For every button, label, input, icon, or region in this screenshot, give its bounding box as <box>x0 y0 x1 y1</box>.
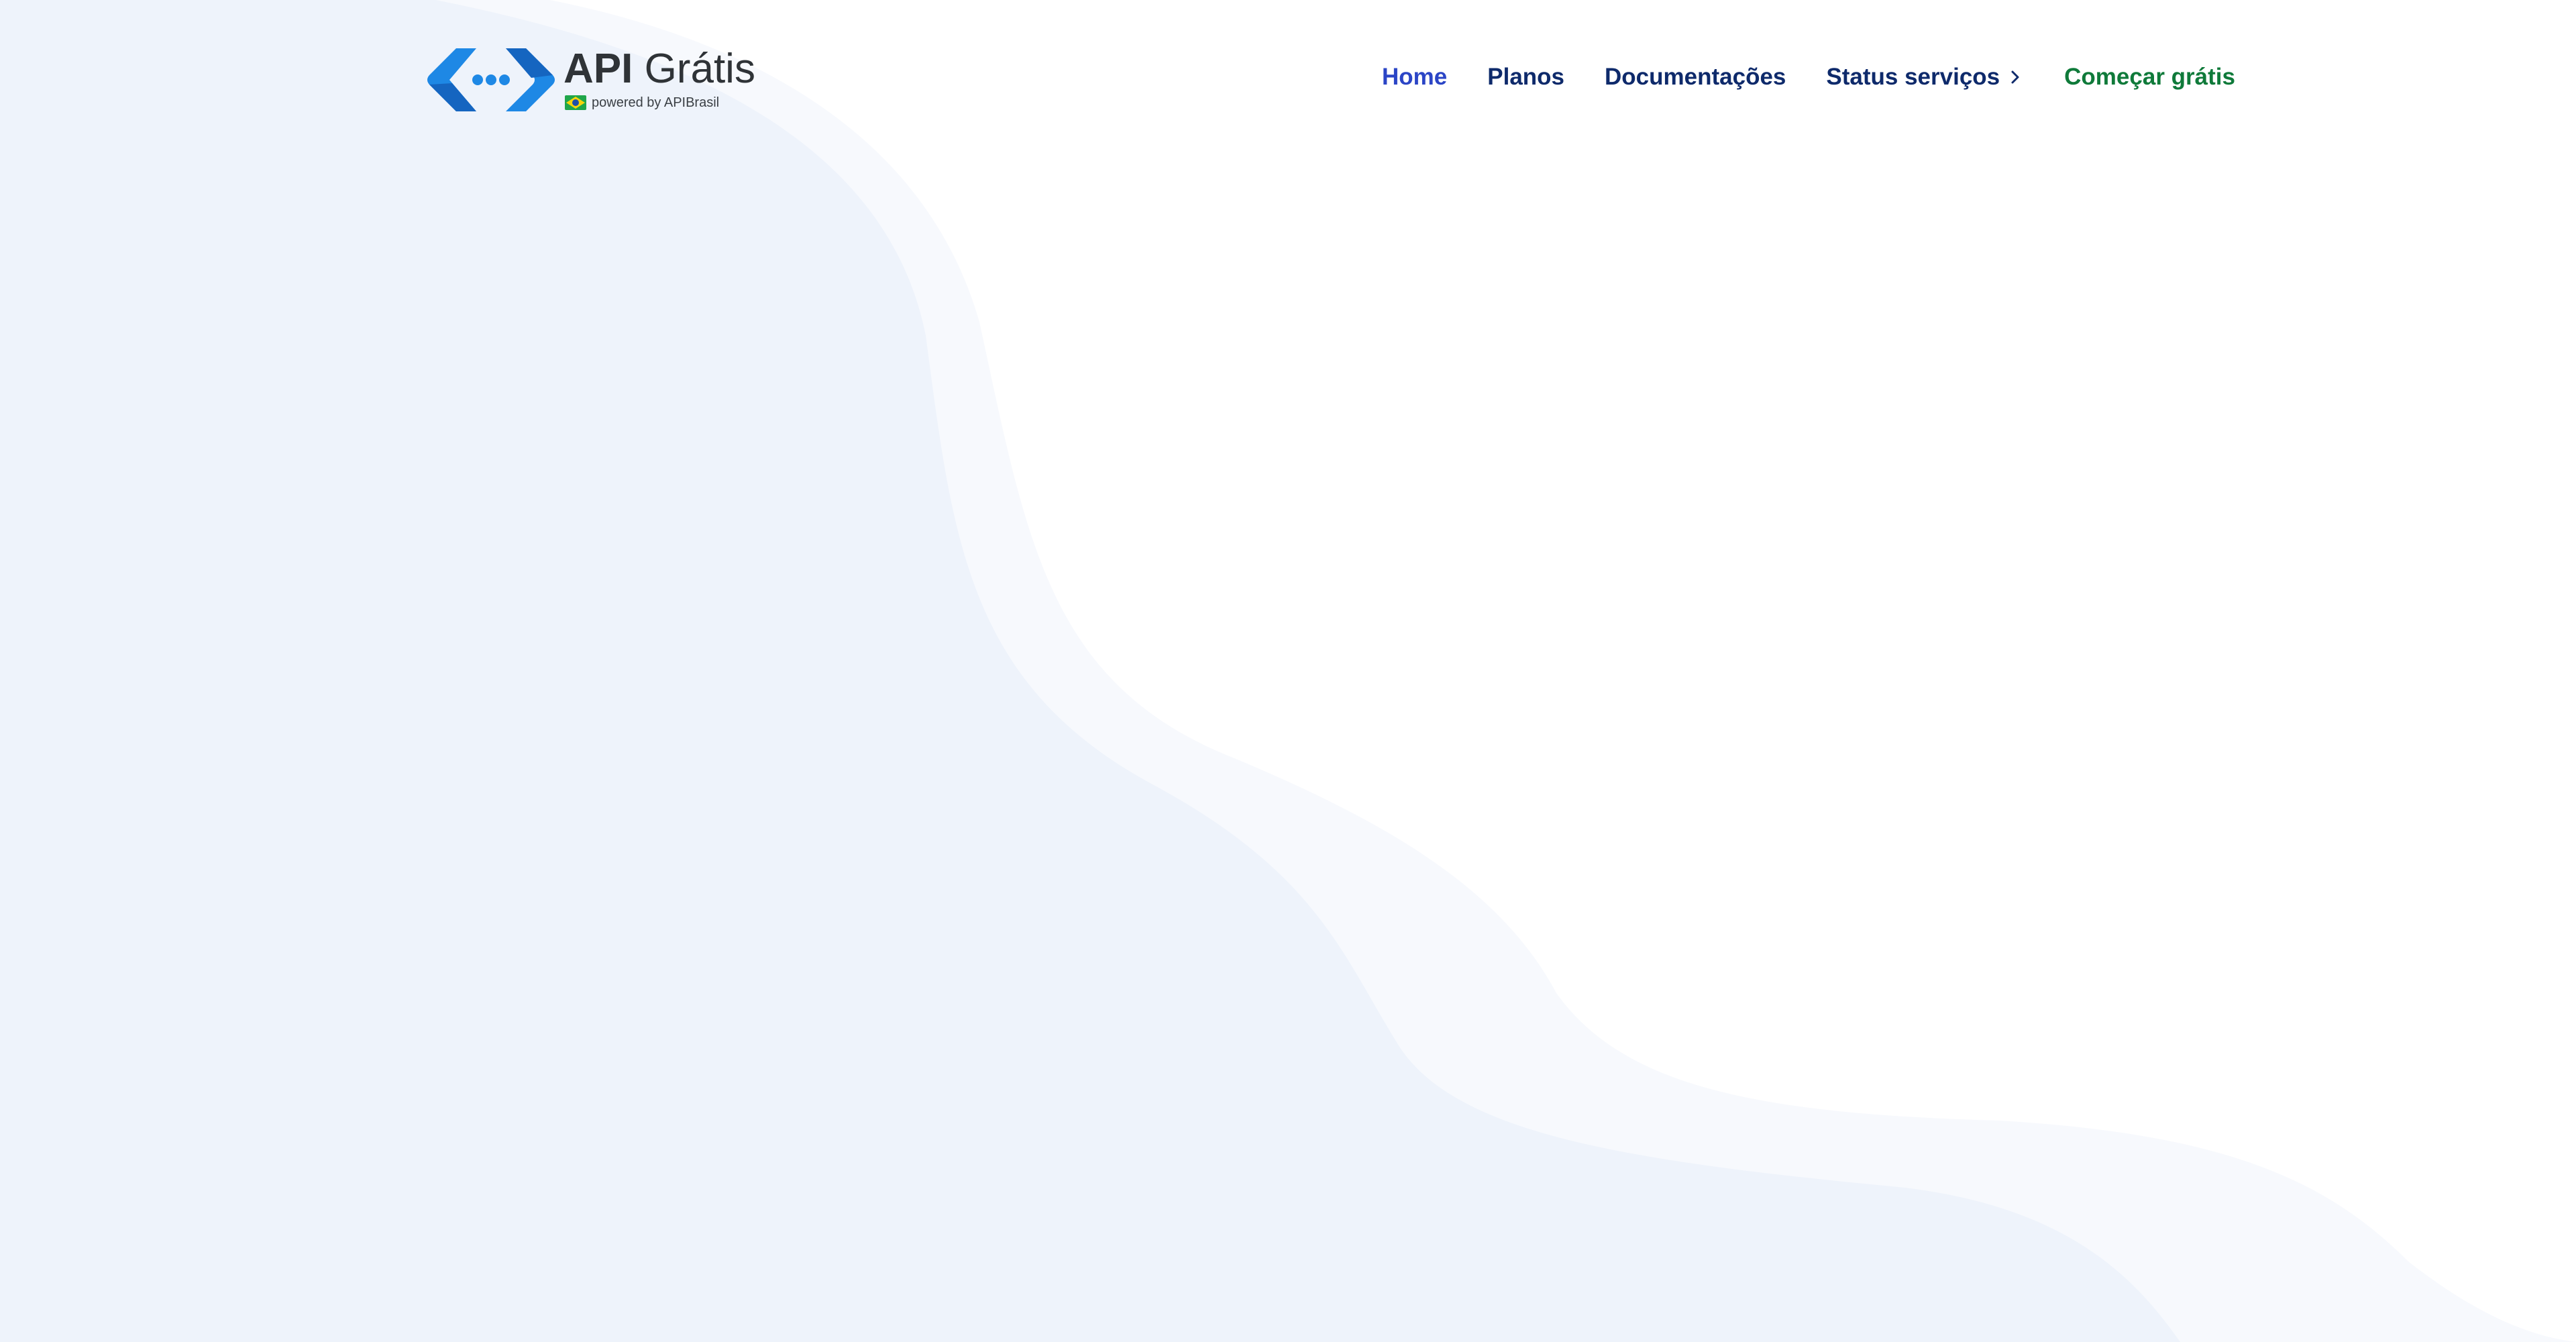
nav-item-planos[interactable]: Planos <box>1487 54 1564 101</box>
logo-title-api: API <box>564 46 633 92</box>
page: API Grátis powered by APIBrasil Home Pla… <box>0 0 2576 1342</box>
chevron-right-icon <box>2011 70 2019 84</box>
site-header: API Grátis powered by APIBrasil Home Pla… <box>0 0 2576 161</box>
logo-link[interactable]: API Grátis powered by APIBrasil <box>424 43 755 118</box>
nav-item-status-servicos-label: Status serviços <box>1826 64 2000 90</box>
nav-item-home[interactable]: Home <box>1382 54 1447 101</box>
background-waves <box>0 0 2576 1342</box>
logo-title-gratis: Grátis <box>633 46 755 92</box>
brazil-flag-icon <box>565 95 586 110</box>
code-arrows-logo-icon <box>427 48 555 111</box>
logo-title: API Grátis <box>564 43 755 95</box>
main-nav: Home Planos Documentações Status serviço… <box>1382 54 2235 101</box>
nav-item-documentacoes[interactable]: Documentações <box>1605 54 1786 101</box>
nav-item-status-servicos[interactable]: Status serviços <box>1826 54 2024 101</box>
logo-powered-by: powered by APIBrasil <box>592 95 720 110</box>
nav-item-comecar-gratis[interactable]: Começar grátis <box>2064 54 2235 101</box>
